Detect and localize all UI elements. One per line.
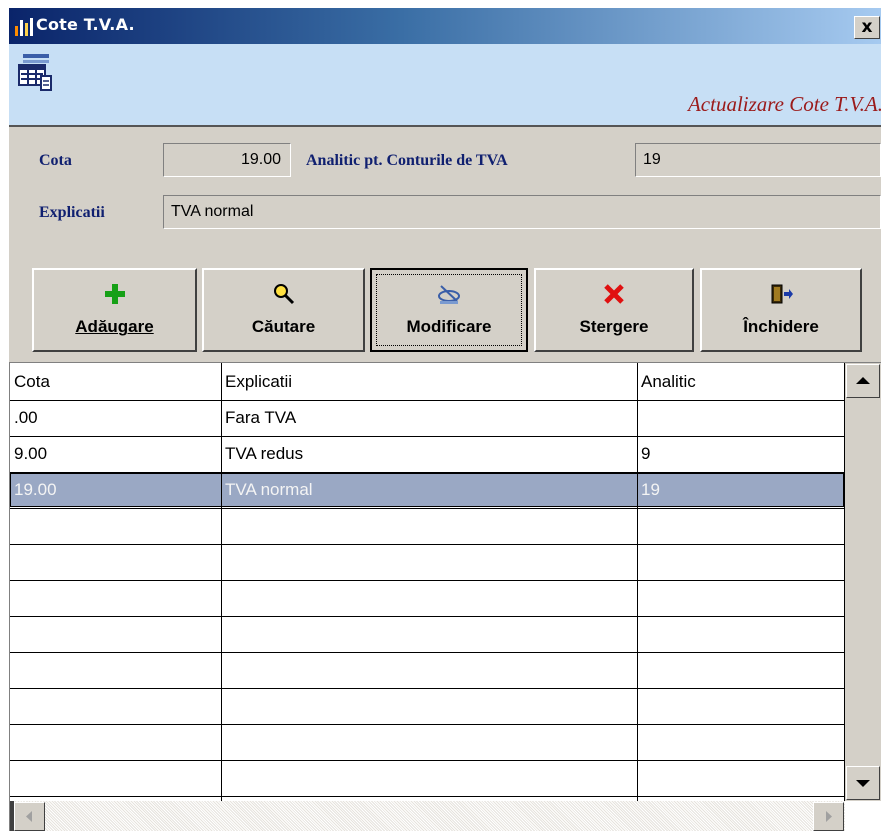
banner-title: Actualizare Cote T.V.A. [687, 92, 881, 116]
delete-icon [604, 284, 624, 304]
cota-label: Cota [39, 152, 72, 169]
arrow-right-icon [826, 811, 832, 822]
scrollbar-corner [845, 801, 881, 831]
grid-line [10, 652, 845, 653]
analitic-label: Analitic pt. Conturile de TVA [306, 152, 508, 169]
exit-door-icon [771, 284, 793, 304]
arrow-left-icon [26, 811, 32, 822]
add-button-label: Adăugare [75, 317, 154, 336]
scroll-up-button[interactable] [846, 364, 880, 398]
title-bar[interactable]: Cote T.V.A. x [9, 8, 881, 44]
grid-line [10, 508, 845, 509]
table-cell-analitic[interactable]: 19 [641, 473, 660, 507]
bar-chart-icon [15, 18, 33, 36]
table-form-icon [18, 54, 52, 91]
modify-button-label: Modificare [406, 317, 492, 336]
arrow-up-icon [856, 377, 870, 384]
grid-line [10, 796, 845, 797]
grid-line [221, 363, 222, 801]
explicatii-label: Explicatii [39, 204, 105, 221]
table-cell-cota[interactable]: 19.00 [14, 473, 57, 507]
scroll-right-button[interactable] [813, 802, 844, 831]
search-button-label: Căutare [251, 317, 316, 336]
edit-icon [438, 285, 460, 304]
search-button[interactable]: Căutare [202, 268, 365, 352]
cota-field[interactable]: 19.00 [163, 143, 291, 177]
column-header-explicatii[interactable]: Explicatii [225, 365, 292, 399]
arrow-down-icon [856, 780, 870, 787]
scroll-left-button[interactable] [14, 802, 45, 831]
cote-grid[interactable]: Cota Explicatii Analitic .00 Fara TVA 9.… [9, 362, 881, 831]
magnifier-icon [273, 284, 294, 305]
analitic-field[interactable]: 19 [635, 143, 881, 177]
table-cell-analitic[interactable]: 9 [641, 437, 650, 471]
grid-line [10, 688, 845, 689]
column-header-analitic[interactable]: Analitic [641, 365, 696, 399]
close-button-label: Închidere [743, 317, 819, 336]
scroll-down-button[interactable] [846, 766, 880, 800]
grid-line [10, 724, 845, 725]
selected-row-highlight [10, 473, 844, 507]
table-cell-cota[interactable]: 9.00 [14, 437, 47, 471]
grid-line [10, 472, 845, 473]
table-cell-explicatii[interactable]: Fara TVA [225, 401, 296, 435]
plus-icon [104, 284, 125, 304]
explicatii-field[interactable]: TVA normal [163, 195, 881, 229]
grid-edge [10, 801, 14, 831]
column-header-cota[interactable]: Cota [14, 365, 50, 399]
vertical-scrollbar[interactable] [845, 363, 881, 801]
grid-line [10, 436, 845, 437]
close-button[interactable]: Închidere [700, 268, 862, 352]
table-cell-cota[interactable]: .00 [14, 401, 38, 435]
close-icon[interactable]: x [854, 16, 880, 39]
add-button[interactable]: Adăugare [32, 268, 197, 352]
modify-button[interactable]: Modificare [370, 268, 528, 352]
horizontal-scrollbar[interactable] [10, 801, 845, 831]
header-banner: Actualizare Cote T.V.A. [9, 44, 881, 127]
cote-tva-window: Cote T.V.A. x Actualizare Cote T.V.A. Co… [9, 8, 881, 831]
table-cell-explicatii[interactable]: TVA normal [225, 473, 313, 507]
grid-line [10, 580, 845, 581]
delete-button-label: Stergere [579, 317, 649, 336]
grid-line [10, 400, 845, 401]
grid-line [10, 760, 845, 761]
grid-line [637, 363, 638, 801]
window-title: Cote T.V.A. [36, 15, 135, 34]
table-cell-explicatii[interactable]: TVA redus [225, 437, 303, 471]
delete-button[interactable]: Stergere [534, 268, 694, 352]
grid-line [10, 544, 845, 545]
grid-line [10, 616, 845, 617]
